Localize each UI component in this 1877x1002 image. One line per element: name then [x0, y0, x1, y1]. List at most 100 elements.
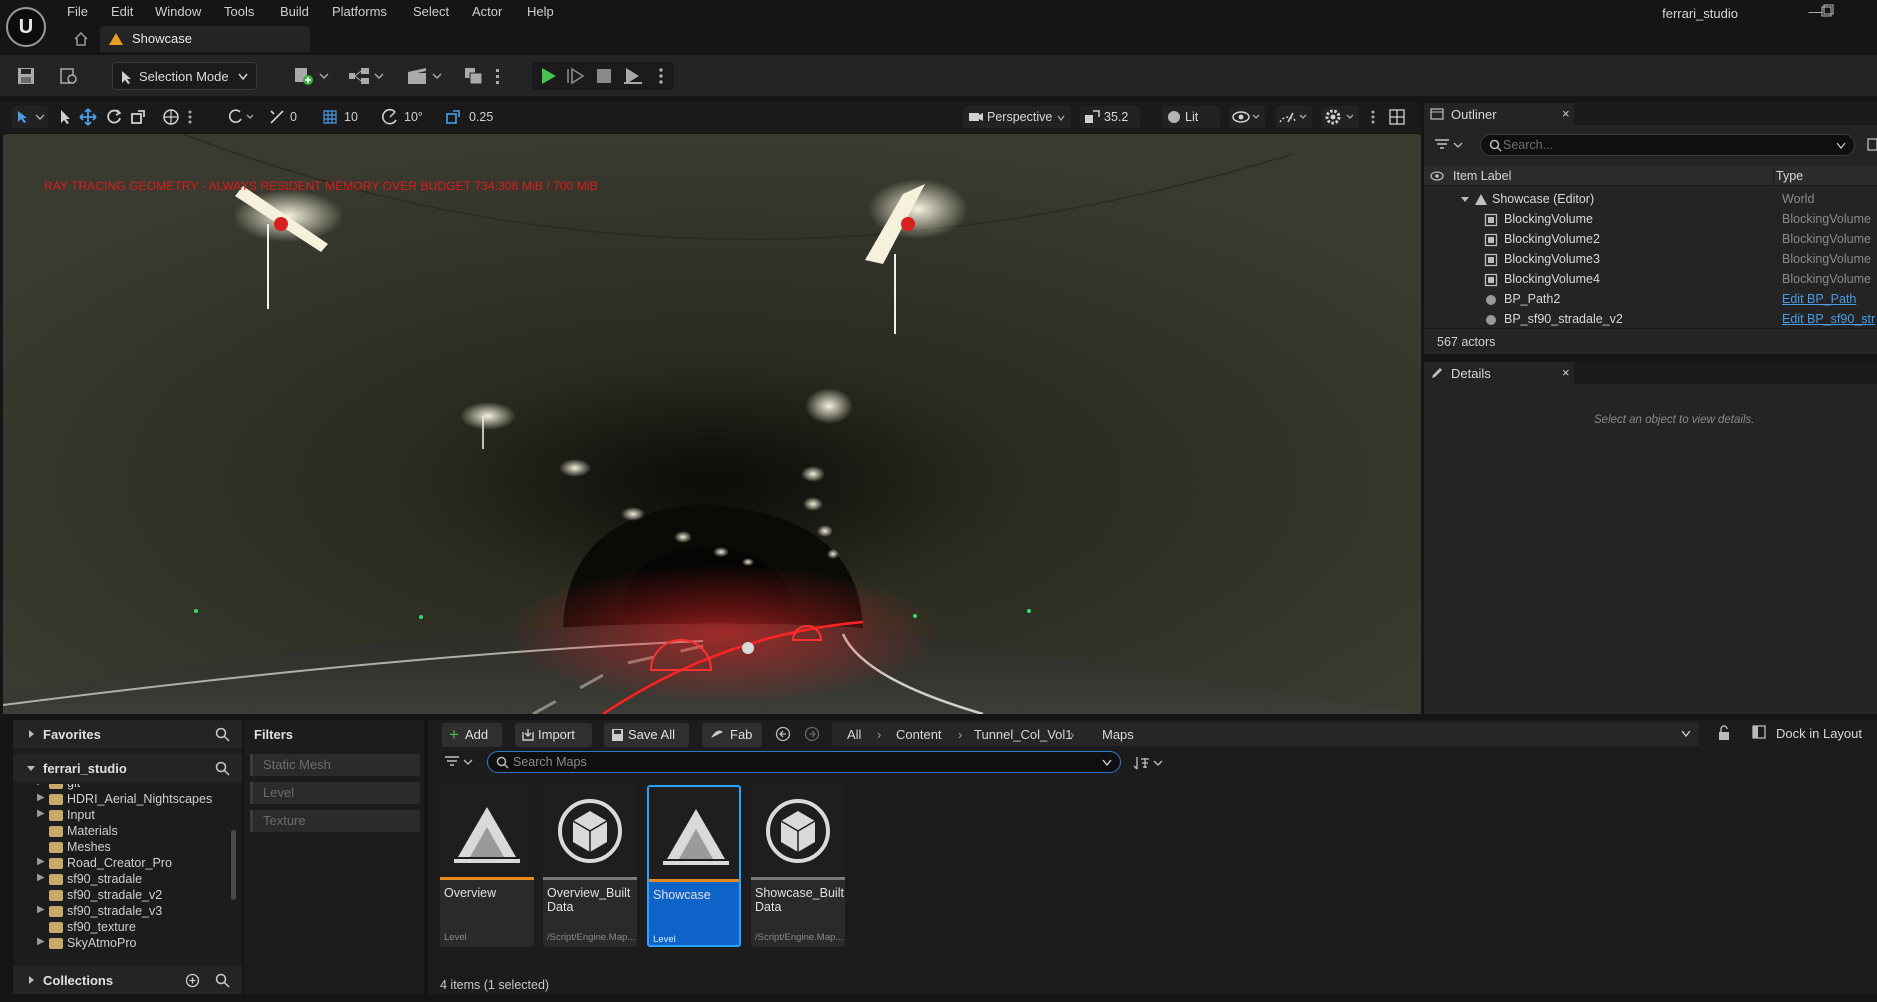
eject-icon[interactable]: [622, 66, 644, 86]
folder-item[interactable]: sf90_stradale_v2: [13, 888, 228, 904]
breadcrumb-content[interactable]: Content: [896, 727, 942, 742]
angle-snap-icon[interactable]: [381, 108, 399, 126]
tab-details[interactable]: Details ×: [1424, 362, 1574, 384]
stop-icon[interactable]: [594, 66, 614, 86]
asset-tile[interactable]: Showcase Level: [647, 785, 741, 947]
unreal-logo-icon[interactable]: U: [6, 7, 46, 47]
project-root-header[interactable]: ferrari_studio: [13, 754, 242, 782]
add-actor-icon[interactable]: [292, 65, 332, 87]
tab-outliner[interactable]: Outliner ×: [1424, 103, 1574, 125]
rotate-icon[interactable]: [105, 108, 123, 126]
translate-icon[interactable]: [79, 108, 97, 126]
menu-file[interactable]: File: [67, 2, 88, 22]
back-icon[interactable]: [775, 726, 791, 742]
asset-filter-icon[interactable]: [444, 754, 476, 770]
menu-edit[interactable]: Edit: [111, 2, 133, 22]
forward-icon[interactable]: [804, 726, 820, 742]
filter-level[interactable]: Level: [250, 782, 420, 804]
save-icon[interactable]: [14, 65, 38, 87]
folder-item[interactable]: ▶ SkyAtmoPro: [13, 936, 228, 952]
fab-button[interactable]: Fab: [702, 723, 762, 747]
menu-help[interactable]: Help: [527, 2, 554, 22]
cinematics-icon[interactable]: [405, 65, 445, 87]
scale-icon[interactable]: [129, 108, 147, 126]
menu-platforms[interactable]: Platforms: [332, 2, 387, 22]
outliner-row[interactable]: BlockingVolume3 BlockingVolume: [1424, 250, 1877, 270]
outliner-row[interactable]: BP_sf90_stradale_v2 Edit BP_sf90_str: [1424, 310, 1877, 328]
filter-static-mesh[interactable]: Static Mesh: [250, 754, 420, 776]
outliner-row[interactable]: BlockingVolume2 BlockingVolume: [1424, 230, 1877, 250]
add-collection-icon[interactable]: [185, 973, 200, 988]
expand-arrow-icon[interactable]: ▶: [37, 808, 45, 819]
sort-icon[interactable]: [1133, 755, 1165, 771]
favorites-header[interactable]: Favorites: [13, 720, 242, 748]
menu-actor[interactable]: Actor: [472, 2, 502, 22]
breadcrumb-maps[interactable]: Maps: [1102, 727, 1134, 742]
outliner-row[interactable]: BP_Path2 Edit BP_Path: [1424, 290, 1877, 310]
grid-snap-value[interactable]: 10: [344, 110, 358, 124]
import-button[interactable]: Import: [515, 723, 592, 747]
visibility-eye-icon[interactable]: [1430, 171, 1444, 181]
outliner-row-world[interactable]: Showcase (Editor) World: [1424, 190, 1877, 210]
level-viewport[interactable]: [3, 134, 1421, 714]
asset-tile[interactable]: Showcase_Built Data/Script/Engine.Map...: [751, 785, 845, 947]
show-flags-button[interactable]: [1229, 106, 1265, 128]
scale-snap-icon[interactable]: [444, 108, 462, 126]
outliner-row[interactable]: BlockingVolume4 BlockingVolume: [1424, 270, 1877, 290]
tab-level-showcase[interactable]: Showcase: [100, 26, 310, 52]
folder-item[interactable]: Meshes: [13, 840, 228, 856]
layout-grid-icon[interactable]: [1388, 108, 1406, 126]
col-item-label[interactable]: Item Label: [1453, 169, 1511, 183]
expand-arrow-icon[interactable]: ▶: [37, 856, 45, 867]
advance-frame-icon[interactable]: [566, 66, 586, 86]
menu-window[interactable]: Window: [155, 2, 201, 22]
outliner-settings-icon[interactable]: [1867, 137, 1877, 153]
breadcrumb-tunnel[interactable]: Tunnel_Col_Vol1: [974, 727, 1073, 742]
performance-button[interactable]: [1276, 106, 1312, 128]
folder-item[interactable]: Materials: [13, 824, 228, 840]
rotation-snap-icon[interactable]: [268, 108, 286, 126]
folder-scrollbar[interactable]: [231, 830, 236, 900]
asset-tile[interactable]: Overview_Built Data/Script/Engine.Map...: [543, 785, 637, 947]
breadcrumb-all[interactable]: All: [847, 727, 861, 742]
more-transform-icon[interactable]: [186, 108, 194, 126]
platforms-icon[interactable]: [462, 65, 502, 87]
outliner-row-type[interactable]: Edit BP_sf90_str: [1782, 312, 1875, 326]
play-icon[interactable]: [538, 66, 558, 86]
search-icon[interactable]: [215, 727, 230, 742]
folder-item[interactable]: ▶ Road_Creator_Pro: [13, 856, 228, 872]
surface-snap-icon[interactable]: [226, 108, 256, 126]
outliner-search-input[interactable]: Search...: [1480, 134, 1855, 156]
filter-icon[interactable]: [1434, 137, 1466, 153]
close-icon[interactable]: ×: [1562, 365, 1570, 380]
settings-gear-button[interactable]: [1321, 106, 1359, 128]
search-maps-input[interactable]: Search Maps: [487, 751, 1121, 773]
fov-dropdown[interactable]: 35.2: [1080, 106, 1140, 128]
world-space-icon[interactable]: [162, 108, 180, 126]
asset-tile[interactable]: Overview Level: [440, 785, 534, 947]
dock-in-layout-button[interactable]: Dock in Layout: [1776, 726, 1862, 741]
angle-snap-value[interactable]: 10°: [404, 110, 423, 124]
viewport-more-icon[interactable]: [1369, 108, 1377, 126]
outliner-row[interactable]: BlockingVolume BlockingVolume: [1424, 210, 1877, 230]
menu-tools[interactable]: Tools: [224, 2, 254, 22]
folder-item[interactable]: ▶ git: [13, 784, 228, 792]
grid-snap-icon[interactable]: [321, 108, 339, 126]
filter-texture[interactable]: Texture: [250, 810, 420, 832]
expand-arrow-icon[interactable]: ▶: [37, 904, 45, 915]
expand-arrow-icon[interactable]: [1460, 196, 1470, 204]
close-icon[interactable]: ×: [1562, 106, 1570, 121]
lock-icon[interactable]: [1717, 725, 1731, 741]
home-icon[interactable]: [72, 30, 90, 48]
folder-item[interactable]: ▶ HDRI_Aerial_Nightscapes: [13, 792, 228, 808]
browse-level-icon[interactable]: [57, 65, 81, 87]
folder-item[interactable]: sf90_texture: [13, 920, 228, 936]
menu-build[interactable]: Build: [280, 2, 309, 22]
search-icon[interactable]: [215, 973, 230, 988]
folder-item[interactable]: ▶ Input: [13, 808, 228, 824]
perspective-dropdown[interactable]: Perspective: [963, 106, 1071, 128]
more-options-icon[interactable]: [654, 66, 668, 86]
lit-dropdown[interactable]: Lit: [1162, 106, 1220, 128]
outliner-row-type[interactable]: Edit BP_Path: [1782, 292, 1856, 306]
folder-item[interactable]: ▶ sf90_stradale: [13, 872, 228, 888]
